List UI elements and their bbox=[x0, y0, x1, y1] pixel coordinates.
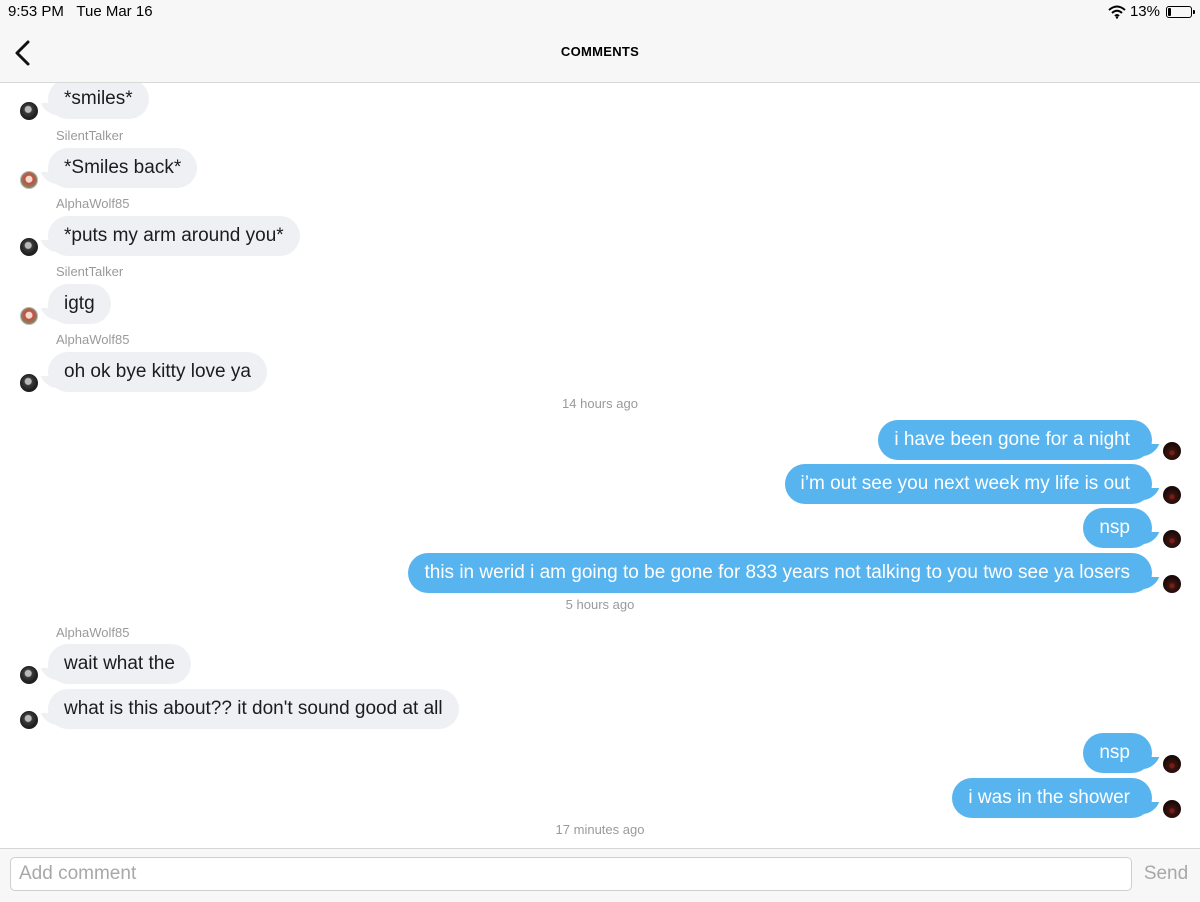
timestamp: 14 hours ago bbox=[562, 396, 638, 411]
avatar-alphawolf85[interactable] bbox=[20, 666, 38, 684]
avatar-alphawolf85[interactable] bbox=[20, 711, 38, 729]
comment-username[interactable]: SilentTalker bbox=[56, 264, 123, 279]
avatar-me[interactable] bbox=[1163, 755, 1181, 773]
comment-username[interactable]: AlphaWolf85 bbox=[56, 625, 129, 640]
comment-username[interactable]: AlphaWolf85 bbox=[56, 332, 129, 347]
comment-username[interactable]: AlphaWolf85 bbox=[56, 196, 129, 211]
avatar-me[interactable] bbox=[1163, 575, 1181, 593]
comment-input[interactable] bbox=[10, 857, 1132, 891]
comment-bubble[interactable]: oh ok bye kitty love ya bbox=[48, 352, 267, 392]
comment-bubble[interactable]: what is this about?? it don't sound good… bbox=[48, 689, 459, 729]
header: COMMENTS bbox=[0, 24, 1200, 83]
send-button[interactable]: Send bbox=[1140, 863, 1192, 885]
avatar-me[interactable] bbox=[1163, 530, 1181, 548]
comment-bubble[interactable]: nsp bbox=[1083, 508, 1152, 548]
avatar-alphawolf85[interactable] bbox=[20, 102, 38, 120]
avatar-me[interactable] bbox=[1163, 486, 1181, 504]
status-date: Tue Mar 16 bbox=[76, 3, 153, 20]
status-clock: 9:53 PM bbox=[8, 3, 64, 20]
comment-bubble[interactable]: *puts my arm around you* bbox=[48, 216, 300, 256]
avatar-silenttalker[interactable] bbox=[20, 171, 38, 189]
status-bar: 9:53 PM Tue Mar 16 13% bbox=[0, 0, 1200, 24]
timestamp: 5 hours ago bbox=[565, 597, 635, 612]
avatar-alphawolf85[interactable] bbox=[20, 238, 38, 256]
battery-icon bbox=[1166, 5, 1195, 18]
comment-username[interactable]: SilentTalker bbox=[56, 128, 123, 143]
comment-bubble[interactable]: nsp bbox=[1083, 733, 1152, 773]
comment-bubble[interactable]: *smiles* bbox=[48, 83, 149, 119]
avatar-alphawolf85[interactable] bbox=[20, 374, 38, 392]
page-title: COMMENTS bbox=[560, 44, 640, 59]
battery-level bbox=[1168, 7, 1171, 16]
avatar-silenttalker[interactable] bbox=[20, 307, 38, 325]
comment-bubble[interactable]: *Smiles back* bbox=[48, 148, 198, 188]
status-indicators: 13% bbox=[1108, 3, 1195, 20]
comment-bubble[interactable]: i’m out see you next week my life is out bbox=[784, 464, 1152, 504]
comment-composer: Send bbox=[0, 848, 1200, 902]
wifi-icon bbox=[1108, 5, 1126, 19]
comment-bubble[interactable]: this in werid i am going to be gone for … bbox=[408, 553, 1152, 593]
comment-bubble[interactable]: i have been gone for a night bbox=[878, 420, 1152, 460]
timestamp: 17 minutes ago bbox=[555, 822, 645, 837]
battery-percent: 13% bbox=[1129, 3, 1160, 20]
avatar-me[interactable] bbox=[1163, 442, 1181, 460]
avatar-me[interactable] bbox=[1163, 800, 1181, 818]
comment-bubble[interactable]: i was in the shower bbox=[952, 778, 1152, 818]
comment-bubble[interactable]: igtg bbox=[48, 284, 111, 324]
comment-feed[interactable]: *smiles* SilentTalker *Smiles back* Alph… bbox=[0, 83, 1200, 848]
comment-bubble[interactable]: wait what the bbox=[48, 644, 191, 684]
status-time: 9:53 PM Tue Mar 16 bbox=[8, 3, 153, 20]
